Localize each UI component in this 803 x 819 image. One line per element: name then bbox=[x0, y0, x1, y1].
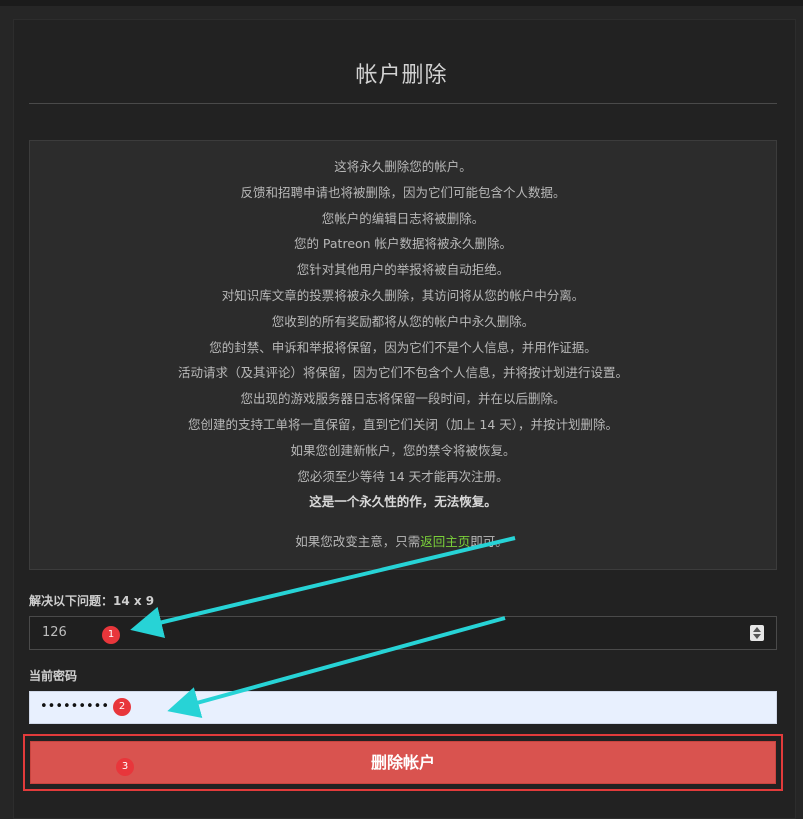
info-line: 您出现的游戏服务器日志将保留一段时间，并在以后删除。 bbox=[240, 391, 566, 407]
info-line: 这将永久删除您的帐户。 bbox=[334, 159, 472, 174]
top-bar bbox=[0, 0, 803, 6]
captcha-value: 126 bbox=[42, 625, 67, 640]
annotation-marker-2: 2 bbox=[113, 698, 131, 716]
info-line: 您帐户的编辑日志将被删除。 bbox=[321, 210, 485, 226]
deletion-info-box: 这将永久删除您的帐户。 反馈和招聘申请也将被删除，因为它们可能包含个人数据。 您… bbox=[29, 140, 777, 570]
info-line: 您收到的所有奖励都将从您的帐户中永久删除。 bbox=[271, 313, 535, 329]
return-home-line: 如果您改变主意，只需返回主页即可。 bbox=[0, 533, 803, 551]
info-line: 您针对其他用户的举报将被自动拒绝。 bbox=[296, 262, 510, 278]
password-label: 当前密码 bbox=[29, 669, 78, 683]
annotation-marker-1: 1 bbox=[102, 626, 120, 644]
info-line: 对知识库文章的投票将被永久删除，其访问将从您的帐户中分离。 bbox=[221, 287, 585, 303]
password-input[interactable]: ••••••••• bbox=[29, 691, 777, 724]
info-line: 您创建的支持工单将一直保留，直到它们关闭（加上 14 天），并按计划删除。 bbox=[187, 416, 619, 432]
return-suffix: 即可。 bbox=[470, 534, 508, 549]
info-line: 反馈和招聘申请也将被删除，因为它们可能包含个人数据。 bbox=[240, 184, 566, 200]
return-home-link[interactable]: 返回主页 bbox=[420, 534, 470, 549]
info-line: 您的 Patreon 帐户数据将被永久删除。 bbox=[293, 236, 513, 252]
info-line: 您必须至少等待 14 天才能再次注册。 bbox=[297, 468, 509, 484]
captcha-input[interactable]: 126 bbox=[29, 616, 777, 650]
info-line: 您的封禁、申诉和举报将保留，因为它们不是个人信息，并用作证据。 bbox=[209, 339, 597, 355]
info-line: 如果您创建新帐户，您的禁令将被恢复。 bbox=[290, 442, 516, 458]
title-divider bbox=[29, 103, 777, 104]
number-spinner[interactable] bbox=[750, 625, 764, 641]
delete-button-highlight: 删除帐户 bbox=[23, 734, 783, 791]
delete-account-button[interactable]: 删除帐户 bbox=[30, 741, 776, 784]
spinner-down-icon[interactable] bbox=[753, 634, 761, 639]
permanent-warning: 这是一个永久性的作，无法恢复。 bbox=[309, 494, 497, 510]
captcha-label: 解决以下问题：14 x 9 bbox=[29, 594, 155, 608]
annotation-marker-3: 3 bbox=[116, 758, 134, 776]
info-list: 这将永久删除您的帐户。 反馈和招聘申请也将被删除，因为它们可能包含个人数据。 您… bbox=[30, 154, 776, 515]
page-title: 帐户删除 bbox=[355, 63, 448, 88]
info-line: 活动请求（及其评论）将保留，因为它们不包含个人信息，并将按计划进行设置。 bbox=[177, 365, 628, 381]
return-prefix: 如果您改变主意，只需 bbox=[295, 534, 421, 549]
password-value: ••••••••• bbox=[40, 699, 110, 714]
spinner-up-icon[interactable] bbox=[753, 627, 761, 632]
